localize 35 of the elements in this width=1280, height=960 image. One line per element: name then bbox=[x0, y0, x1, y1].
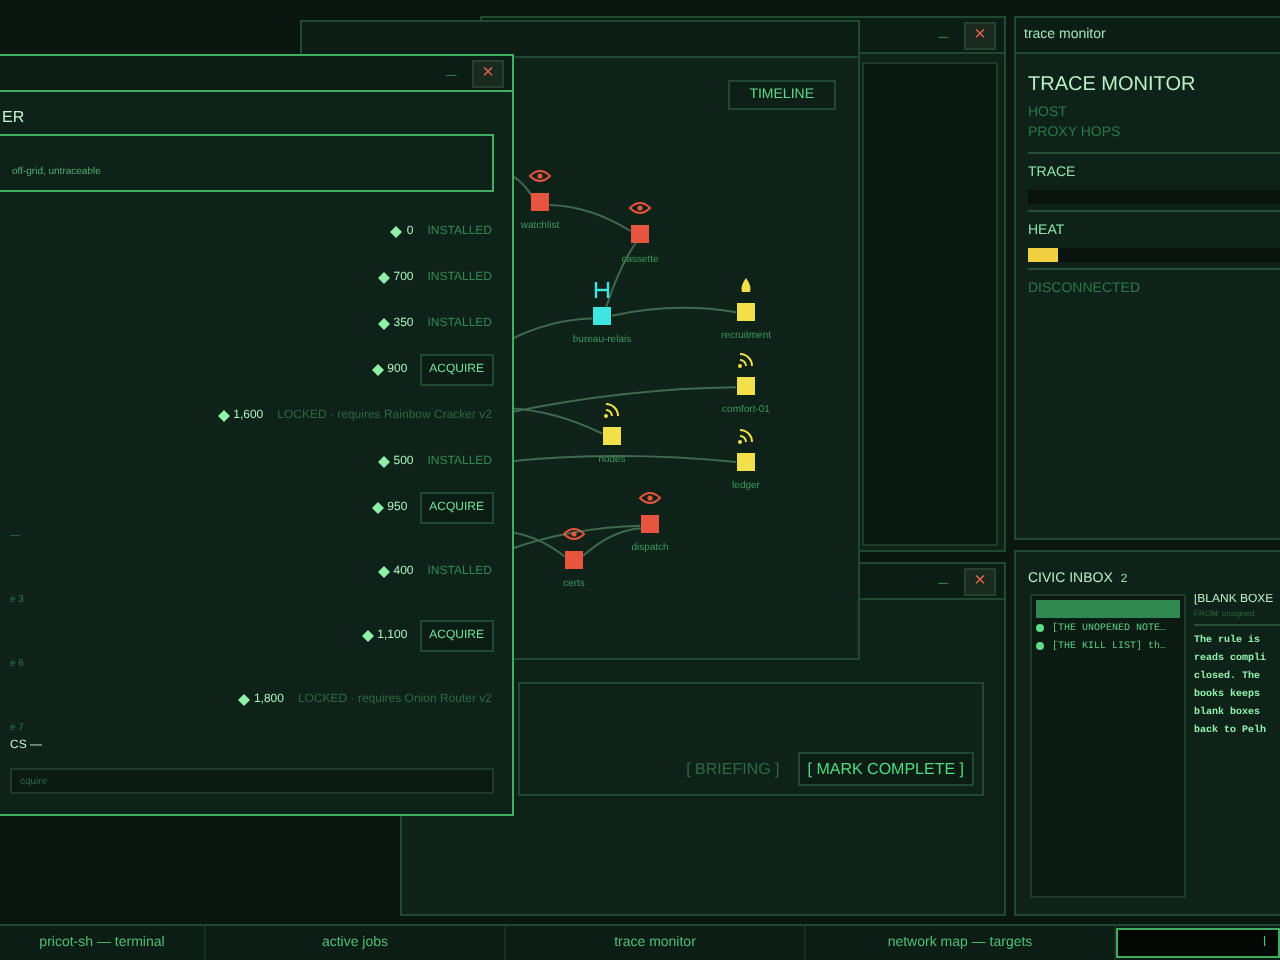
eye-icon bbox=[529, 170, 551, 182]
eye-icon bbox=[563, 528, 585, 540]
network-node[interactable] bbox=[737, 453, 755, 471]
credit-icon bbox=[371, 363, 384, 375]
credit-icon bbox=[377, 565, 390, 577]
network-node[interactable] bbox=[737, 303, 755, 321]
eye-icon bbox=[629, 202, 651, 214]
network-node[interactable] bbox=[631, 225, 649, 243]
credit-icon bbox=[237, 693, 250, 705]
window-control[interactable]: × bbox=[964, 567, 996, 595]
network-node[interactable] bbox=[737, 377, 755, 395]
credit-icon bbox=[217, 409, 230, 421]
credit-icon bbox=[377, 271, 390, 283]
panel-heading: ER bbox=[0, 108, 27, 126]
credit-icon bbox=[390, 225, 403, 237]
credit-icon bbox=[371, 501, 384, 513]
credit-icon bbox=[377, 317, 390, 329]
credit-icon bbox=[361, 629, 374, 641]
credit-icon bbox=[377, 455, 390, 467]
window-control[interactable]: × bbox=[472, 59, 504, 87]
network-node[interactable] bbox=[641, 515, 659, 533]
network-node[interactable] bbox=[531, 193, 549, 211]
flame-icon bbox=[741, 278, 751, 292]
signal-icon bbox=[738, 429, 753, 444]
signal-icon bbox=[604, 403, 619, 418]
window-control[interactable]: × bbox=[964, 21, 996, 49]
network-node[interactable] bbox=[565, 551, 583, 569]
network-node[interactable] bbox=[593, 307, 611, 325]
network-node[interactable] bbox=[603, 427, 621, 445]
job-button[interactable]: [ MARK COMPLETE ] bbox=[797, 752, 974, 786]
eye-icon bbox=[639, 492, 661, 504]
panel-heading: TRACE MONITOR bbox=[1028, 74, 1198, 96]
signal-icon bbox=[738, 353, 753, 368]
ladder-icon bbox=[594, 280, 610, 300]
message-item[interactable] bbox=[1036, 600, 1180, 618]
